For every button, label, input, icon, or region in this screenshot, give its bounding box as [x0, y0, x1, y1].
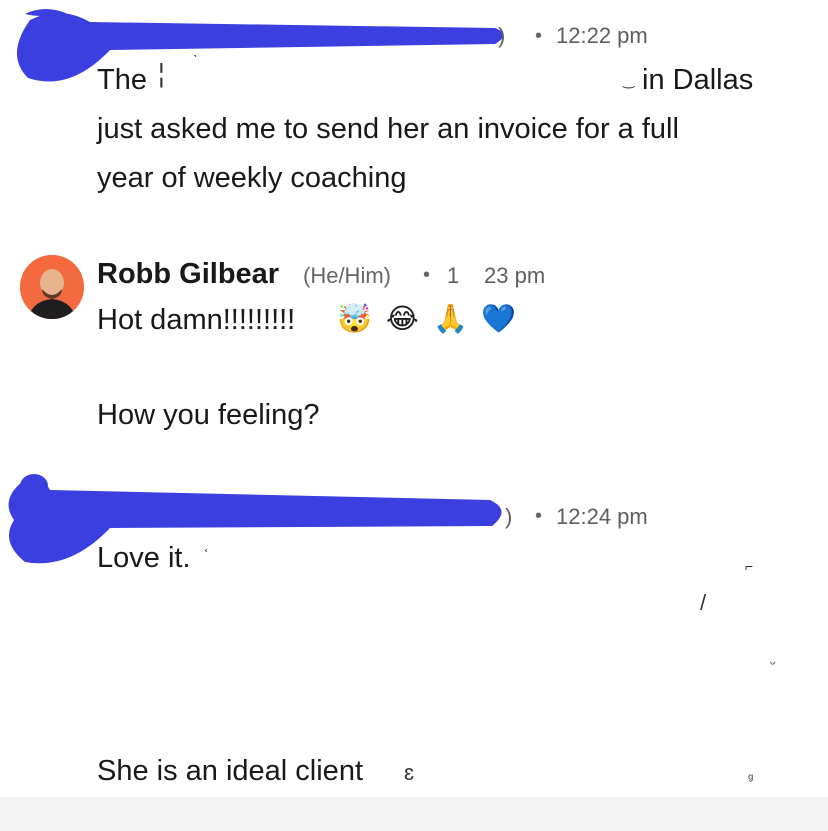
- redacted-text-fragment: ¦: [158, 58, 165, 88]
- separator-dot: •: [423, 264, 431, 286]
- message-text: in Dallas: [642, 64, 754, 96]
- redacted-text-fragment: ᵕ: [770, 655, 776, 671]
- person-photo-icon: [20, 255, 84, 319]
- separator-dot: •: [535, 25, 543, 47]
- message-text: How you feeling?: [97, 399, 320, 431]
- message-text: Love it.: [97, 542, 191, 574]
- exploding-head-emoji-icon: 🤯: [337, 303, 372, 334]
- separator-dot: •: [535, 505, 543, 527]
- timestamp[interactable]: 12:22 pm: [556, 23, 648, 49]
- tears-of-joy-emoji-icon: 😂: [386, 303, 419, 334]
- message-3: ) • 12:24 pm Love it. ᷾ ⌐ / ᵕ She is an …: [0, 470, 828, 797]
- redacted-text-fragment: ‿: [623, 72, 635, 88]
- message-text: The: [97, 64, 147, 96]
- timestamp-part[interactable]: 23 pm: [484, 263, 545, 289]
- redacted-text-fragment: ᵍ: [748, 770, 754, 786]
- redaction-scribble: [16, 9, 504, 82]
- timestamp-part[interactable]: 1: [447, 263, 459, 289]
- folded-hands-emoji-icon: 🙏: [433, 303, 468, 334]
- redacted-text-fragment: ɛ: [404, 760, 415, 785]
- message-meta-prefix: ): [498, 23, 506, 48]
- blue-heart-emoji-icon: 💙: [481, 303, 516, 334]
- redacted-text-fragment: /: [700, 590, 707, 615]
- redaction-scribble: [8, 474, 502, 564]
- bottom-fade: [0, 797, 828, 831]
- message-text: just asked me to send her an invoice for…: [97, 113, 679, 145]
- message-meta-prefix: ): [505, 504, 513, 529]
- message-text: She is an ideal client: [97, 755, 363, 787]
- redacted-text-fragment: ⌐: [745, 558, 754, 574]
- author-name[interactable]: Robb Gilbear: [97, 258, 279, 291]
- redacted-text-fragment: ˋ: [193, 52, 198, 68]
- avatar[interactable]: [20, 255, 84, 319]
- message-text: year of weekly coaching: [97, 162, 407, 194]
- message-1: ) • 12:22 pm The ¦ ˋ ‿ in Dallas just as…: [0, 0, 828, 210]
- message-text: Hot damn!!!!!!!!!: [97, 304, 296, 336]
- timestamp[interactable]: 12:24 pm: [556, 504, 648, 530]
- message-2: Robb Gilbear (He/Him) • 1 23 pm Hot damn…: [0, 240, 828, 450]
- author-pronouns: (He/Him): [303, 263, 391, 288]
